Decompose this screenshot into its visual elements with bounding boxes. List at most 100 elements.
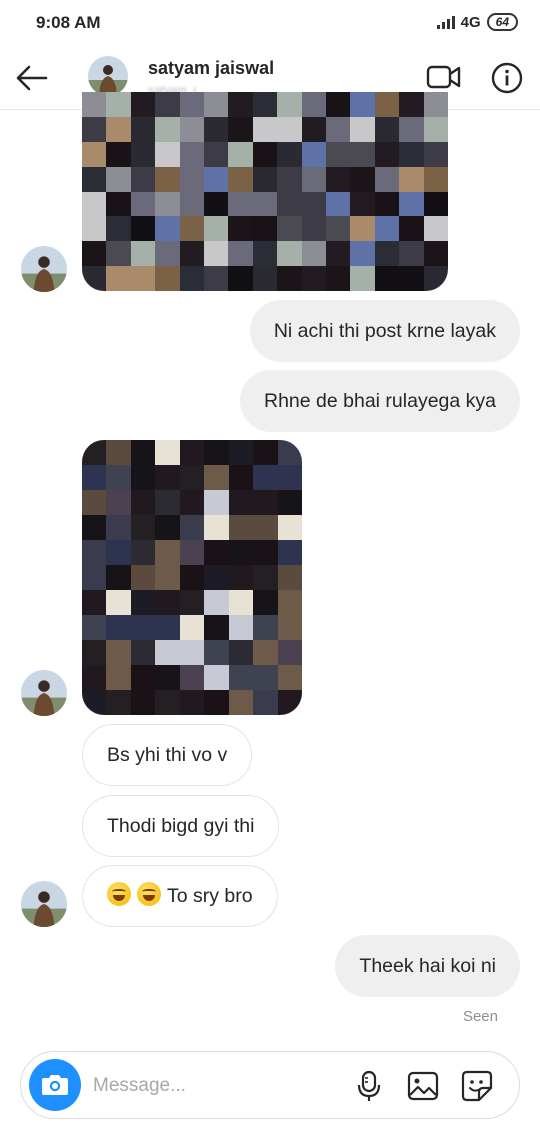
camera-icon (42, 1075, 68, 1095)
mosaic-tile (399, 216, 424, 242)
mosaic-tile (130, 665, 156, 690)
mosaic-tile (301, 141, 326, 167)
mosaic-tile (130, 640, 156, 665)
mosaic-tile (155, 116, 180, 142)
mosaic-tile (82, 665, 107, 690)
mosaic-tile (253, 615, 278, 640)
mosaic-tile (252, 266, 278, 291)
mosaic-tile (106, 266, 131, 291)
image-gallery-icon[interactable] (405, 1068, 441, 1104)
video-camera-icon[interactable] (426, 62, 462, 92)
mosaic-tile (179, 565, 205, 590)
mosaic-tile (155, 191, 180, 217)
mosaic-tile (130, 490, 156, 515)
mosaic-tile (106, 141, 131, 167)
mosaic-tile (82, 141, 107, 167)
mosaic-tile (155, 241, 180, 267)
mosaic-tile (106, 92, 131, 117)
mosaic-tile (82, 690, 107, 715)
mosaic-tile (179, 665, 205, 690)
mosaic-tile (277, 92, 302, 117)
avatar[interactable] (21, 670, 67, 716)
received-message[interactable]: Thodi bigd gyi thi (82, 795, 280, 857)
status-indicators: 4G 64 (436, 13, 518, 31)
arrow-left-icon[interactable] (14, 60, 50, 96)
mosaic-tile (423, 166, 448, 192)
mosaic-tile (423, 241, 448, 267)
camera-button[interactable] (29, 1059, 81, 1111)
mosaic-tile (155, 615, 180, 640)
mosaic-tile (130, 216, 156, 242)
mosaic-tile (325, 216, 351, 242)
mosaic-tile (253, 565, 278, 590)
mosaic-tile (228, 615, 254, 640)
shared-image[interactable] (82, 92, 448, 291)
mosaic-tile (325, 116, 351, 142)
mosaic-tile (399, 141, 424, 167)
sent-message[interactable]: Theek hai koi ni (335, 935, 520, 997)
mosaic-tile (277, 540, 302, 565)
mosaic-tile (228, 440, 254, 465)
mosaic-tile (252, 191, 278, 217)
mosaic-tile (130, 191, 156, 217)
mosaic-tile (82, 166, 107, 192)
mosaic-tile (155, 465, 180, 490)
mosaic-tile (277, 141, 302, 167)
microphone-icon[interactable] (351, 1068, 387, 1104)
mosaic-tile (204, 565, 229, 590)
mosaic-tile (82, 191, 107, 217)
info-icon[interactable] (490, 61, 524, 95)
mosaic-tile (155, 565, 180, 590)
mosaic-tile (325, 241, 351, 267)
sent-message[interactable]: Ni achi thi post krne layak (249, 300, 520, 362)
mosaic-tile (179, 191, 204, 217)
mosaic-tile (179, 590, 205, 615)
message-input[interactable] (93, 1072, 333, 1100)
mosaic-tile (374, 141, 400, 167)
mosaic-tile (179, 440, 205, 465)
received-message[interactable]: Bs yhi thi vo v (82, 724, 253, 786)
mosaic-tile (179, 141, 204, 167)
avatar[interactable] (88, 56, 128, 96)
mosaic-tile (277, 515, 302, 540)
mosaic-tile (374, 266, 400, 291)
mosaic-tile (82, 490, 107, 515)
mosaic-tile (374, 191, 400, 217)
mosaic-tile (155, 515, 180, 540)
sticker-icon[interactable] (459, 1068, 495, 1104)
mosaic-tile (301, 241, 326, 267)
mosaic-tile (277, 590, 302, 615)
avatar[interactable] (21, 246, 67, 292)
mosaic-tile (228, 266, 253, 291)
received-message[interactable]: To sry bro (82, 865, 278, 927)
mosaic-tile (82, 465, 107, 490)
mosaic-tile (130, 565, 156, 590)
avatar[interactable] (21, 881, 67, 927)
mosaic-tile (228, 565, 254, 590)
mosaic-tile (204, 440, 229, 465)
sent-message[interactable]: Rhne de bhai rulayega kya (240, 370, 520, 432)
message-composer (20, 1051, 520, 1119)
mosaic-tile (301, 266, 326, 291)
mosaic-tile (203, 216, 229, 242)
mosaic-tile (179, 640, 205, 665)
mosaic-tile (253, 515, 278, 540)
mosaic-tile (106, 440, 131, 465)
mosaic-tile (228, 590, 254, 615)
mosaic-tile (423, 191, 448, 217)
mosaic-tile (228, 191, 253, 217)
mosaic-tile (155, 141, 180, 167)
mosaic-tile (228, 540, 254, 565)
mosaic-tile (106, 540, 131, 565)
shared-image[interactable] (82, 440, 302, 715)
mosaic-tile (350, 166, 375, 192)
mosaic-tile (203, 266, 229, 291)
mosaic-tile (253, 665, 278, 690)
mosaic-tile (350, 241, 375, 267)
seen-indicator: Seen (462, 1008, 498, 1025)
mosaic-tile (423, 216, 448, 242)
mosaic-tile (130, 241, 156, 267)
mosaic-tile (325, 92, 351, 117)
mosaic-tile (350, 191, 375, 217)
contact-name[interactable]: satyam jaiswal (148, 58, 274, 79)
